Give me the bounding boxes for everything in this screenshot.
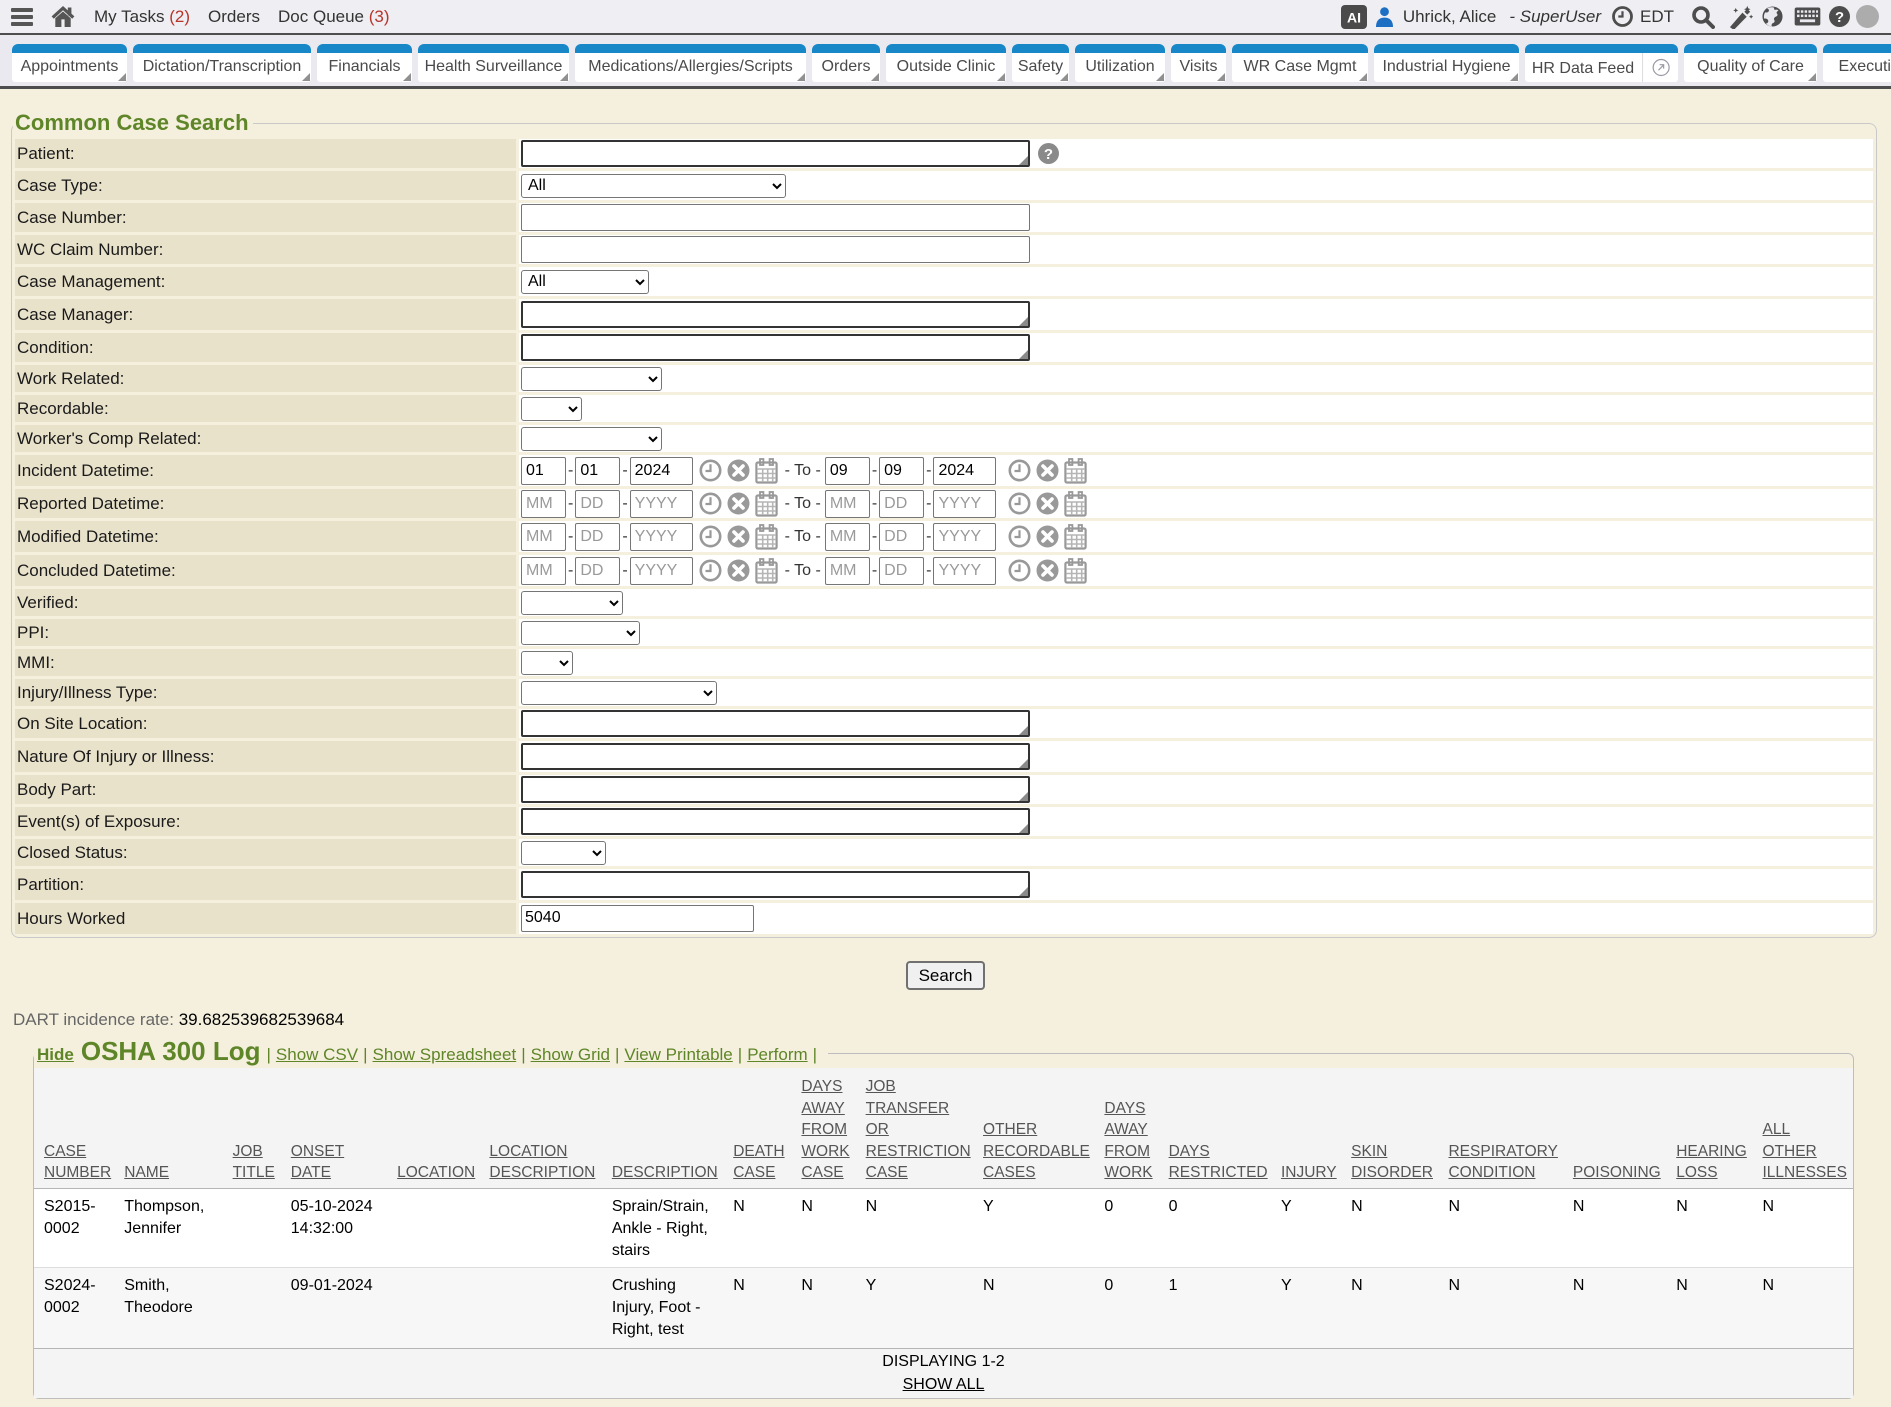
svg-text:AI: AI	[1347, 9, 1361, 25]
svg-text:?: ?	[1835, 10, 1844, 26]
svg-text:?: ?	[1044, 146, 1053, 163]
